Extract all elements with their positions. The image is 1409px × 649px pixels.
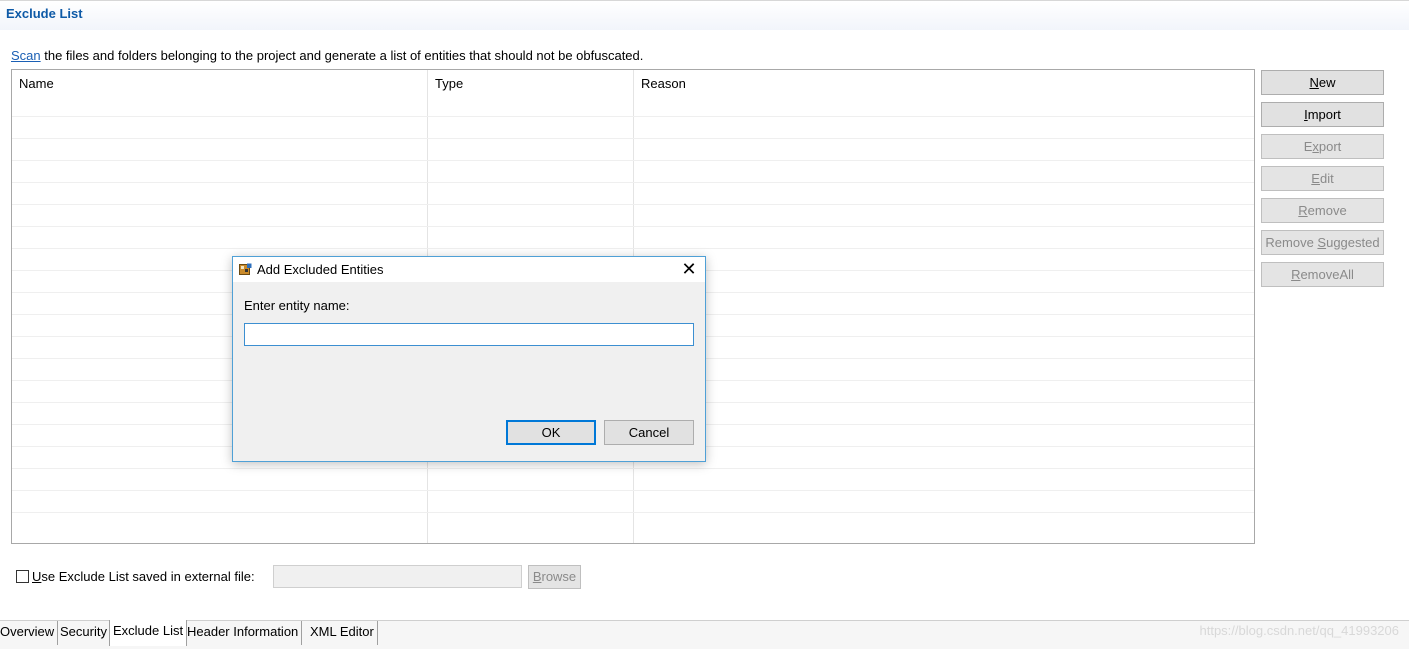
tab-exclude-list[interactable]: Exclude List xyxy=(109,620,188,646)
scan-link[interactable]: Scan xyxy=(11,48,41,63)
export-label: port xyxy=(1318,139,1342,154)
browse-button[interactable]: Browse xyxy=(528,565,581,589)
cancel-button[interactable]: Cancel xyxy=(604,420,694,445)
remove-suggested-pre: Remove xyxy=(1265,235,1318,250)
browse-label: rowse xyxy=(541,569,577,584)
column-header-type[interactable]: Type xyxy=(435,76,463,91)
table-row[interactable] xyxy=(12,205,1254,227)
edit-button[interactable]: Edit xyxy=(1261,166,1384,191)
export-button[interactable]: Export xyxy=(1261,134,1384,159)
table-row[interactable] xyxy=(12,95,1254,117)
new-button[interactable]: New xyxy=(1261,70,1384,95)
column-header-name[interactable]: Name xyxy=(19,76,54,91)
table-row[interactable] xyxy=(12,161,1254,183)
remove-all-button[interactable]: RemoveAll xyxy=(1261,262,1384,287)
editor-tab-bar: Overview Security Exclude List Header In… xyxy=(0,620,1409,649)
external-file-accel: U xyxy=(32,569,42,584)
remove-suggested-label: uggested xyxy=(1326,235,1380,250)
remove-label: emove xyxy=(1307,203,1347,218)
tab-xml-editor[interactable]: XML Editor xyxy=(307,621,378,645)
column-header-reason[interactable]: Reason xyxy=(641,76,686,91)
dialog-title: Add Excluded Entities xyxy=(257,262,384,277)
remove-suggested-accel: S xyxy=(1317,235,1327,250)
description-text: Scan the files and folders belonging to … xyxy=(11,48,643,63)
table-row[interactable] xyxy=(12,227,1254,249)
watermark: https://blog.csdn.net/qq_41993206 xyxy=(1199,623,1400,638)
edit-label: dit xyxy=(1319,171,1334,186)
remove-accel: R xyxy=(1298,203,1308,218)
section-title: Exclude List xyxy=(6,6,83,21)
entity-name-label: Enter entity name: xyxy=(244,298,350,313)
external-file-input[interactable] xyxy=(273,565,522,588)
ok-button[interactable]: OK xyxy=(506,420,596,445)
edit-accel: E xyxy=(1311,171,1320,186)
tab-overview[interactable]: Overview xyxy=(0,621,59,645)
new-accel: N xyxy=(1309,75,1319,90)
remove-all-label: emoveAll xyxy=(1300,267,1354,282)
table-row[interactable] xyxy=(12,139,1254,161)
tab-header-information[interactable]: Header Information xyxy=(184,621,303,645)
table-row[interactable] xyxy=(12,491,1254,513)
table-row[interactable] xyxy=(12,117,1254,139)
import-button[interactable]: Import xyxy=(1261,102,1384,127)
tab-security[interactable]: Security xyxy=(57,621,111,645)
external-file-option[interactable]: Use Exclude List saved in external file: xyxy=(16,569,255,584)
new-label: ew xyxy=(1318,75,1336,90)
description-body: the files and folders belonging to the p… xyxy=(40,48,644,63)
app-icon xyxy=(239,263,252,276)
import-label: mport xyxy=(1307,107,1341,122)
table-row[interactable] xyxy=(12,469,1254,491)
remove-button[interactable]: Remove xyxy=(1261,198,1384,223)
section-header: Exclude List xyxy=(0,0,1409,30)
add-excluded-entities-dialog: Add Excluded Entities ✕ Enter entity nam… xyxy=(232,256,706,462)
entity-name-input[interactable] xyxy=(244,323,694,346)
remove-suggested-button[interactable]: Remove Suggested xyxy=(1261,230,1384,255)
dialog-titlebar[interactable]: Add Excluded Entities ✕ xyxy=(233,257,705,282)
external-file-checkbox[interactable] xyxy=(16,570,29,583)
close-icon[interactable]: ✕ xyxy=(673,257,705,282)
table-row[interactable] xyxy=(12,183,1254,205)
external-file-label: se Exclude List saved in external file: xyxy=(41,569,255,584)
